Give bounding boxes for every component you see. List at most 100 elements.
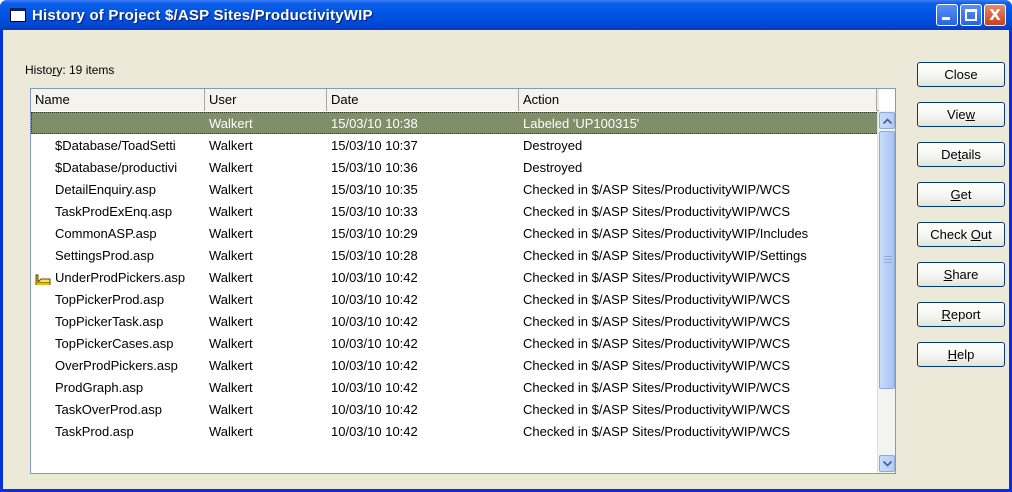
list-header: Name User Date Action bbox=[31, 89, 879, 111]
row-name-cell: TopPickerCases.asp bbox=[55, 335, 174, 351]
row-action-cell: Destroyed bbox=[523, 159, 583, 175]
row-date-cell: 10/03/10 10:42 bbox=[331, 379, 418, 395]
table-row[interactable]: DetailEnquiry.asp Walkert 15/03/10 10:35 Ch… bbox=[31, 178, 879, 200]
scroll-down-button[interactable] bbox=[879, 455, 895, 472]
row-date-cell: 15/03/10 10:35 bbox=[331, 181, 418, 197]
details-button[interactable]: Details bbox=[917, 142, 1005, 167]
get-button[interactable]: Get bbox=[917, 182, 1005, 207]
row-name-cell: SettingsProd.asp bbox=[55, 247, 155, 263]
table-row[interactable]: TaskOverProd.asp Walkert 10/03/10 10:42 Che… bbox=[31, 398, 879, 420]
row-date-cell: 15/03/10 10:29 bbox=[331, 225, 418, 241]
row-date-cell: 10/03/10 10:42 bbox=[331, 291, 418, 307]
title-bar[interactable]: History of Project $/ASP Sites/Productiv… bbox=[0, 0, 1012, 30]
row-user-cell: Walkert bbox=[209, 269, 253, 285]
table-row[interactable]: CommonASP.asp Walkert 15/03/10 10:29 Checke… bbox=[31, 222, 879, 244]
row-name-cell: ProdGraph.asp bbox=[55, 379, 144, 395]
table-row[interactable]: TaskProd.asp Walkert 10/03/10 10:42 Checked… bbox=[31, 420, 879, 442]
maximize-icon[interactable] bbox=[960, 4, 982, 26]
row-action-cell: Checked in $/ASP Sites/ProductivityWIP/W… bbox=[523, 379, 791, 395]
row-action-cell: Checked in $/ASP Sites/ProductivityWIP/W… bbox=[523, 357, 791, 373]
history-count-label: History: 19 items bbox=[25, 63, 115, 77]
row-user-cell: Walkert bbox=[209, 313, 253, 329]
row-action-cell: Checked in $/ASP Sites/ProductivityWIP/W… bbox=[523, 291, 791, 307]
share-button[interactable]: Share bbox=[917, 262, 1005, 287]
report-button[interactable]: Report bbox=[917, 302, 1005, 327]
row-user-cell: Walkert bbox=[209, 159, 253, 175]
row-name-cell: $Database/ToadSetti bbox=[55, 137, 176, 153]
row-action-cell: Checked in $/ASP Sites/ProductivityWIP/W… bbox=[523, 313, 791, 329]
row-date-cell: 15/03/10 10:33 bbox=[331, 203, 418, 219]
row-action-cell: Checked in $/ASP Sites/ProductivityWIP/W… bbox=[523, 401, 791, 417]
row-user-cell: Walkert bbox=[209, 203, 253, 219]
close-icon[interactable]: X bbox=[984, 4, 1006, 26]
row-date-cell: 15/03/10 10:28 bbox=[331, 247, 418, 263]
row-date-cell: 15/03/10 10:38 bbox=[331, 115, 418, 131]
row-user-cell: Walkert bbox=[209, 247, 253, 263]
row-name-cell: DetailEnquiry.asp bbox=[55, 181, 156, 197]
table-row[interactable]: UnderProdPickers.asp Walkert 10/03/10 10:4… bbox=[31, 266, 879, 288]
row-name-cell: TaskOverProd.asp bbox=[55, 401, 162, 417]
row-date-cell: 10/03/10 10:42 bbox=[331, 269, 418, 285]
title-controls: X bbox=[936, 4, 1006, 26]
chevron-down-icon bbox=[882, 460, 892, 467]
row-date-cell: 10/03/10 10:42 bbox=[331, 357, 418, 373]
table-row[interactable]: Walkert 15/03/10 10:38 Labeled 'UP100315' bbox=[31, 112, 879, 134]
row-action-cell: Checked in $/ASP Sites/ProductivityWIP/S… bbox=[523, 247, 807, 263]
table-row[interactable]: ProdGraph.asp Walkert 10/03/10 10:42 Checke… bbox=[31, 376, 879, 398]
column-header-date[interactable]: Date bbox=[327, 89, 519, 111]
row-name-cell: CommonASP.asp bbox=[55, 225, 157, 241]
column-header-action[interactable]: Action bbox=[519, 89, 877, 111]
table-row[interactable]: $Database/productivi Walkert 15/03/10 10:3… bbox=[31, 156, 879, 178]
scroll-thumb[interactable] bbox=[879, 131, 895, 389]
row-user-cell: Walkert bbox=[209, 291, 253, 307]
table-row[interactable]: TopPickerProd.asp Walkert 10/03/10 10:42 Ch… bbox=[31, 288, 879, 310]
row-name-cell: TaskProdExEnq.asp bbox=[55, 203, 173, 219]
row-user-cell: Walkert bbox=[209, 225, 253, 241]
row-action-cell: Checked in $/ASP Sites/ProductivityWIP/W… bbox=[523, 181, 791, 197]
column-header-name[interactable]: Name bbox=[31, 89, 205, 111]
row-date-cell: 10/03/10 10:42 bbox=[331, 313, 418, 329]
row-user-cell: Walkert bbox=[209, 137, 253, 153]
row-name-cell: TopPickerProd.asp bbox=[55, 291, 165, 307]
vertical-scrollbar[interactable] bbox=[877, 111, 895, 473]
table-row[interactable]: TopPickerCases.asp Walkert 10/03/10 10:42 C… bbox=[31, 332, 879, 354]
row-action-cell: Checked in $/ASP Sites/ProductivityWIP/W… bbox=[523, 335, 791, 351]
row-user-cell: Walkert bbox=[209, 401, 253, 417]
window-icon bbox=[10, 8, 26, 22]
row-action-cell: Checked in $/ASP Sites/ProductivityWIP/W… bbox=[523, 269, 791, 285]
row-name-cell: $Database/productivi bbox=[55, 159, 178, 175]
list-rows: Walkert 15/03/10 10:38 Labeled 'UP100315' $… bbox=[31, 112, 879, 442]
table-row[interactable]: $Database/ToadSetti Walkert 15/03/10 10:37… bbox=[31, 134, 879, 156]
table-row[interactable]: SettingsProd.asp Walkert 15/03/10 10:28 Che… bbox=[31, 244, 879, 266]
table-row[interactable]: OverProdPickers.asp Walkert 10/03/10 10:42… bbox=[31, 354, 879, 376]
row-date-cell: 15/03/10 10:36 bbox=[331, 159, 418, 175]
help-button[interactable]: Help bbox=[917, 342, 1005, 367]
row-date-cell: 10/03/10 10:42 bbox=[331, 335, 418, 351]
row-date-cell: 10/03/10 10:42 bbox=[331, 401, 418, 417]
row-user-cell: Walkert bbox=[209, 181, 253, 197]
row-date-cell: 15/03/10 10:37 bbox=[331, 137, 418, 153]
history-dialog: History of Project $/ASP Sites/Productiv… bbox=[0, 0, 1012, 492]
scroll-up-button[interactable] bbox=[879, 112, 895, 129]
row-name-cell: OverProdPickers.asp bbox=[55, 357, 178, 373]
row-action-cell: Destroyed bbox=[523, 137, 583, 153]
row-action-cell: Checked in $/ASP Sites/ProductivityWIP/W… bbox=[523, 203, 791, 219]
row-name-cell: TaskProd.asp bbox=[55, 423, 134, 439]
minimize-icon[interactable] bbox=[936, 4, 958, 26]
row-action-cell: Labeled 'UP100315' bbox=[523, 115, 640, 131]
close-button[interactable]: Close bbox=[917, 62, 1005, 87]
column-header-user[interactable]: User bbox=[205, 89, 327, 111]
table-row[interactable]: TopPickerTask.asp Walkert 10/03/10 10:42 Ch… bbox=[31, 310, 879, 332]
row-user-cell: Walkert bbox=[209, 379, 253, 395]
row-user-cell: Walkert bbox=[209, 115, 253, 131]
view-button[interactable]: View bbox=[917, 102, 1005, 127]
row-name-cell: TopPickerTask.asp bbox=[55, 313, 164, 329]
chevron-up-icon bbox=[882, 117, 892, 124]
history-list[interactable]: Name User Date Action Walkert 15/03/10 10… bbox=[30, 88, 896, 474]
row-action-cell: Checked in $/ASP Sites/ProductivityWIP/W… bbox=[523, 423, 791, 439]
row-user-cell: Walkert bbox=[209, 423, 253, 439]
label-icon bbox=[35, 274, 51, 285]
table-row[interactable]: TaskProdExEnq.asp Walkert 15/03/10 10:33 Ch… bbox=[31, 200, 879, 222]
window-title: History of Project $/ASP Sites/Productiv… bbox=[32, 6, 373, 24]
check-out-button[interactable]: Check Out bbox=[917, 222, 1005, 247]
